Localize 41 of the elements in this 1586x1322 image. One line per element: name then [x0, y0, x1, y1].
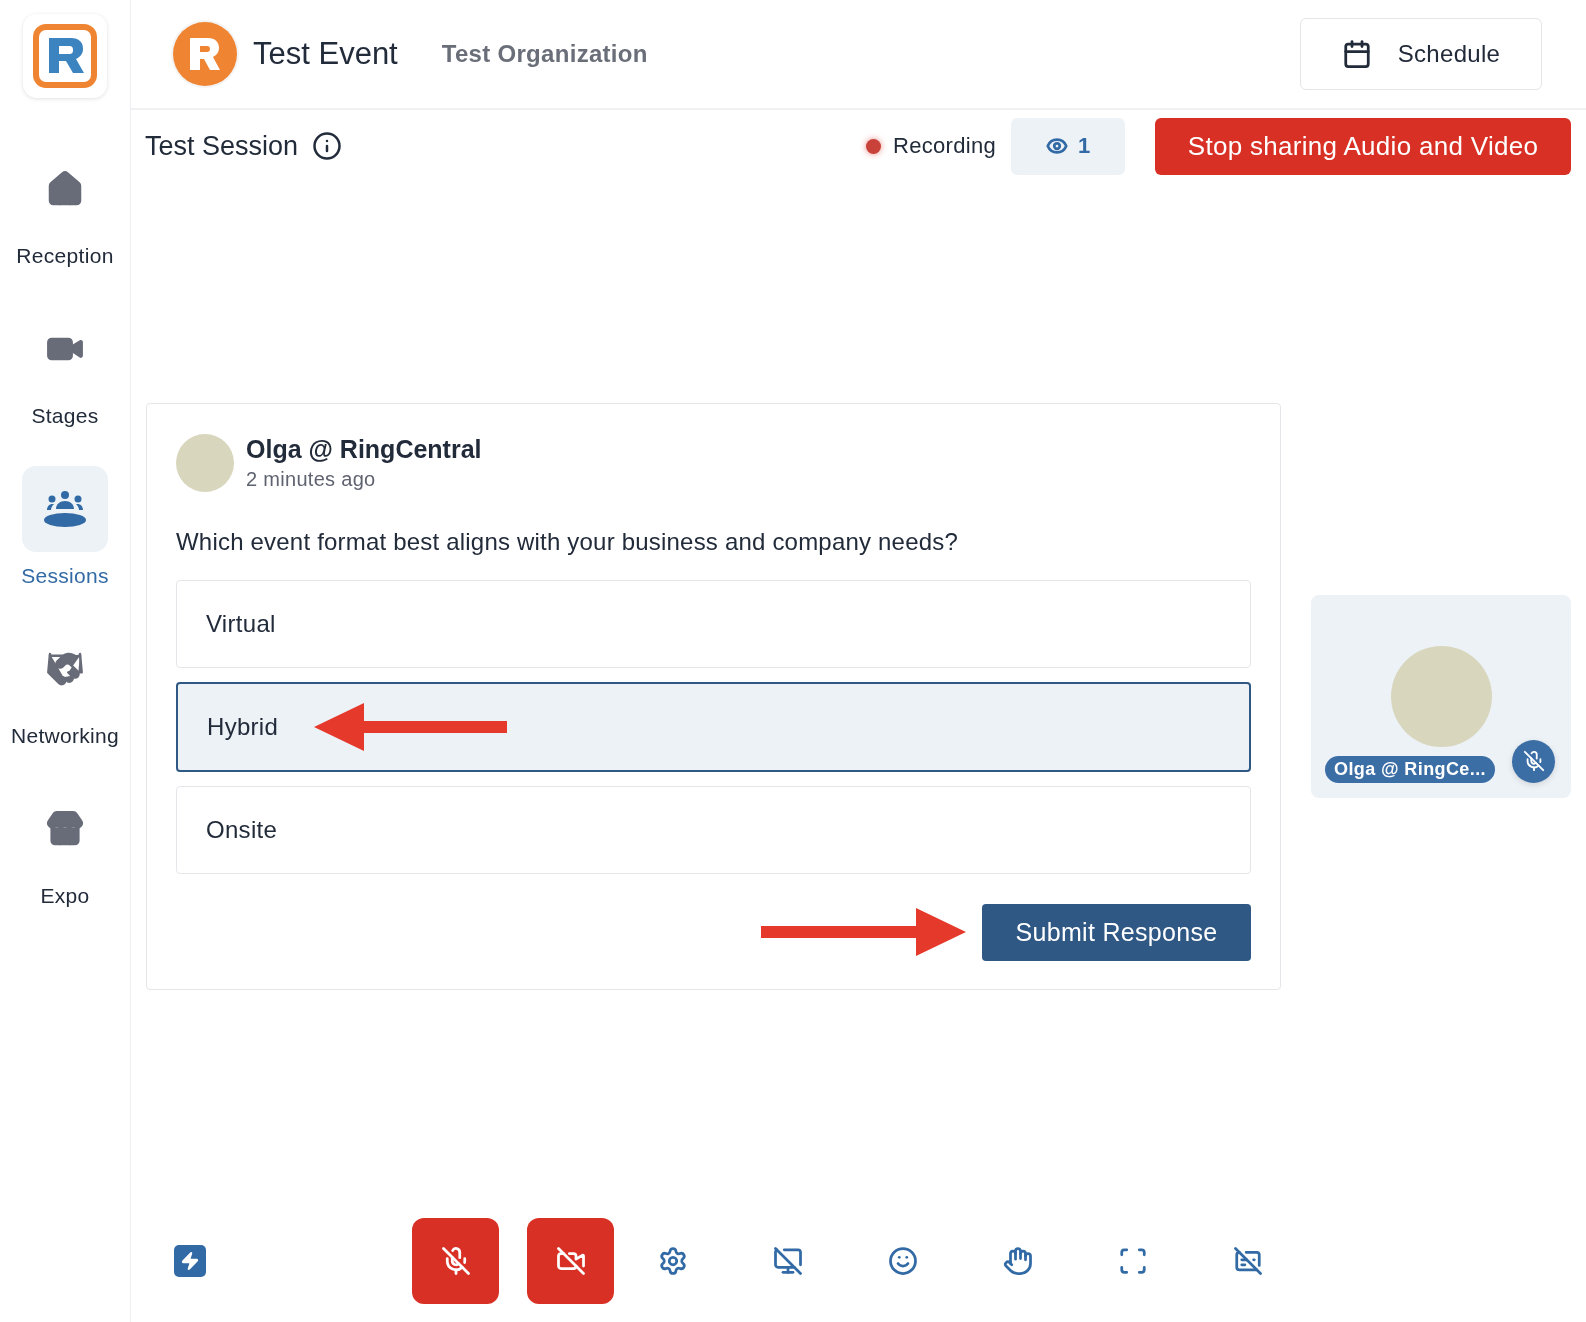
post-time: 2 minutes ago	[246, 467, 377, 491]
recording-dot	[866, 138, 881, 154]
sidebar-item[interactable]: Reception	[16, 146, 114, 306]
participant-name: Olga @ RingCe...	[1325, 755, 1495, 783]
event-logo	[173, 22, 237, 86]
session-title: Test Session	[145, 130, 299, 162]
sidebar-item[interactable]: Networking	[10, 626, 119, 786]
camera-off-icon	[555, 1246, 586, 1276]
microphone-off-icon	[1522, 750, 1545, 772]
group-icon	[43, 490, 87, 528]
lightning-button[interactable]	[174, 1245, 206, 1277]
organization-name: Test Organization	[441, 40, 648, 68]
lightning-icon	[180, 1251, 200, 1271]
calendar-icon	[1341, 39, 1372, 69]
author-name: Olga @ RingCentral	[246, 434, 482, 464]
viewer-count-badge: 1	[1011, 117, 1125, 175]
microphone-button[interactable]	[412, 1218, 499, 1304]
sidebar-item[interactable]: Stages	[22, 306, 108, 466]
submit-button[interactable]: Submit Response	[982, 903, 1251, 961]
captions-off-icon	[1233, 1246, 1263, 1276]
info-icon[interactable]	[312, 131, 343, 161]
fullscreen-icon	[1118, 1246, 1148, 1276]
stop-sharing-button[interactable]: Stop sharing Audio and Video	[1155, 117, 1571, 175]
smiley-icon	[888, 1246, 918, 1276]
option-label: Hybrid	[207, 712, 279, 741]
poll-option[interactable]: Onsite	[176, 785, 1251, 874]
poll-option[interactable]: Virtual	[176, 579, 1251, 668]
camera-button[interactable]	[527, 1218, 614, 1304]
monitor-off-icon	[773, 1246, 803, 1276]
hand-icon	[1003, 1246, 1033, 1276]
eye-icon	[1045, 135, 1068, 157]
sidebar-item[interactable]: Expo	[22, 786, 108, 946]
event-title: Test Event	[253, 36, 398, 72]
microphone-off-icon	[440, 1246, 471, 1276]
settings-icon	[658, 1246, 688, 1276]
recording-label: Recording	[893, 133, 996, 159]
schedule-button[interactable]: Schedule	[1300, 18, 1542, 90]
option-label: Onsite	[206, 815, 278, 844]
poll-question: Which event format best aligns with your business and company needs?	[176, 527, 959, 556]
option-label: Virtual	[206, 609, 276, 638]
poll-option[interactable]: Hybrid	[176, 681, 1251, 772]
